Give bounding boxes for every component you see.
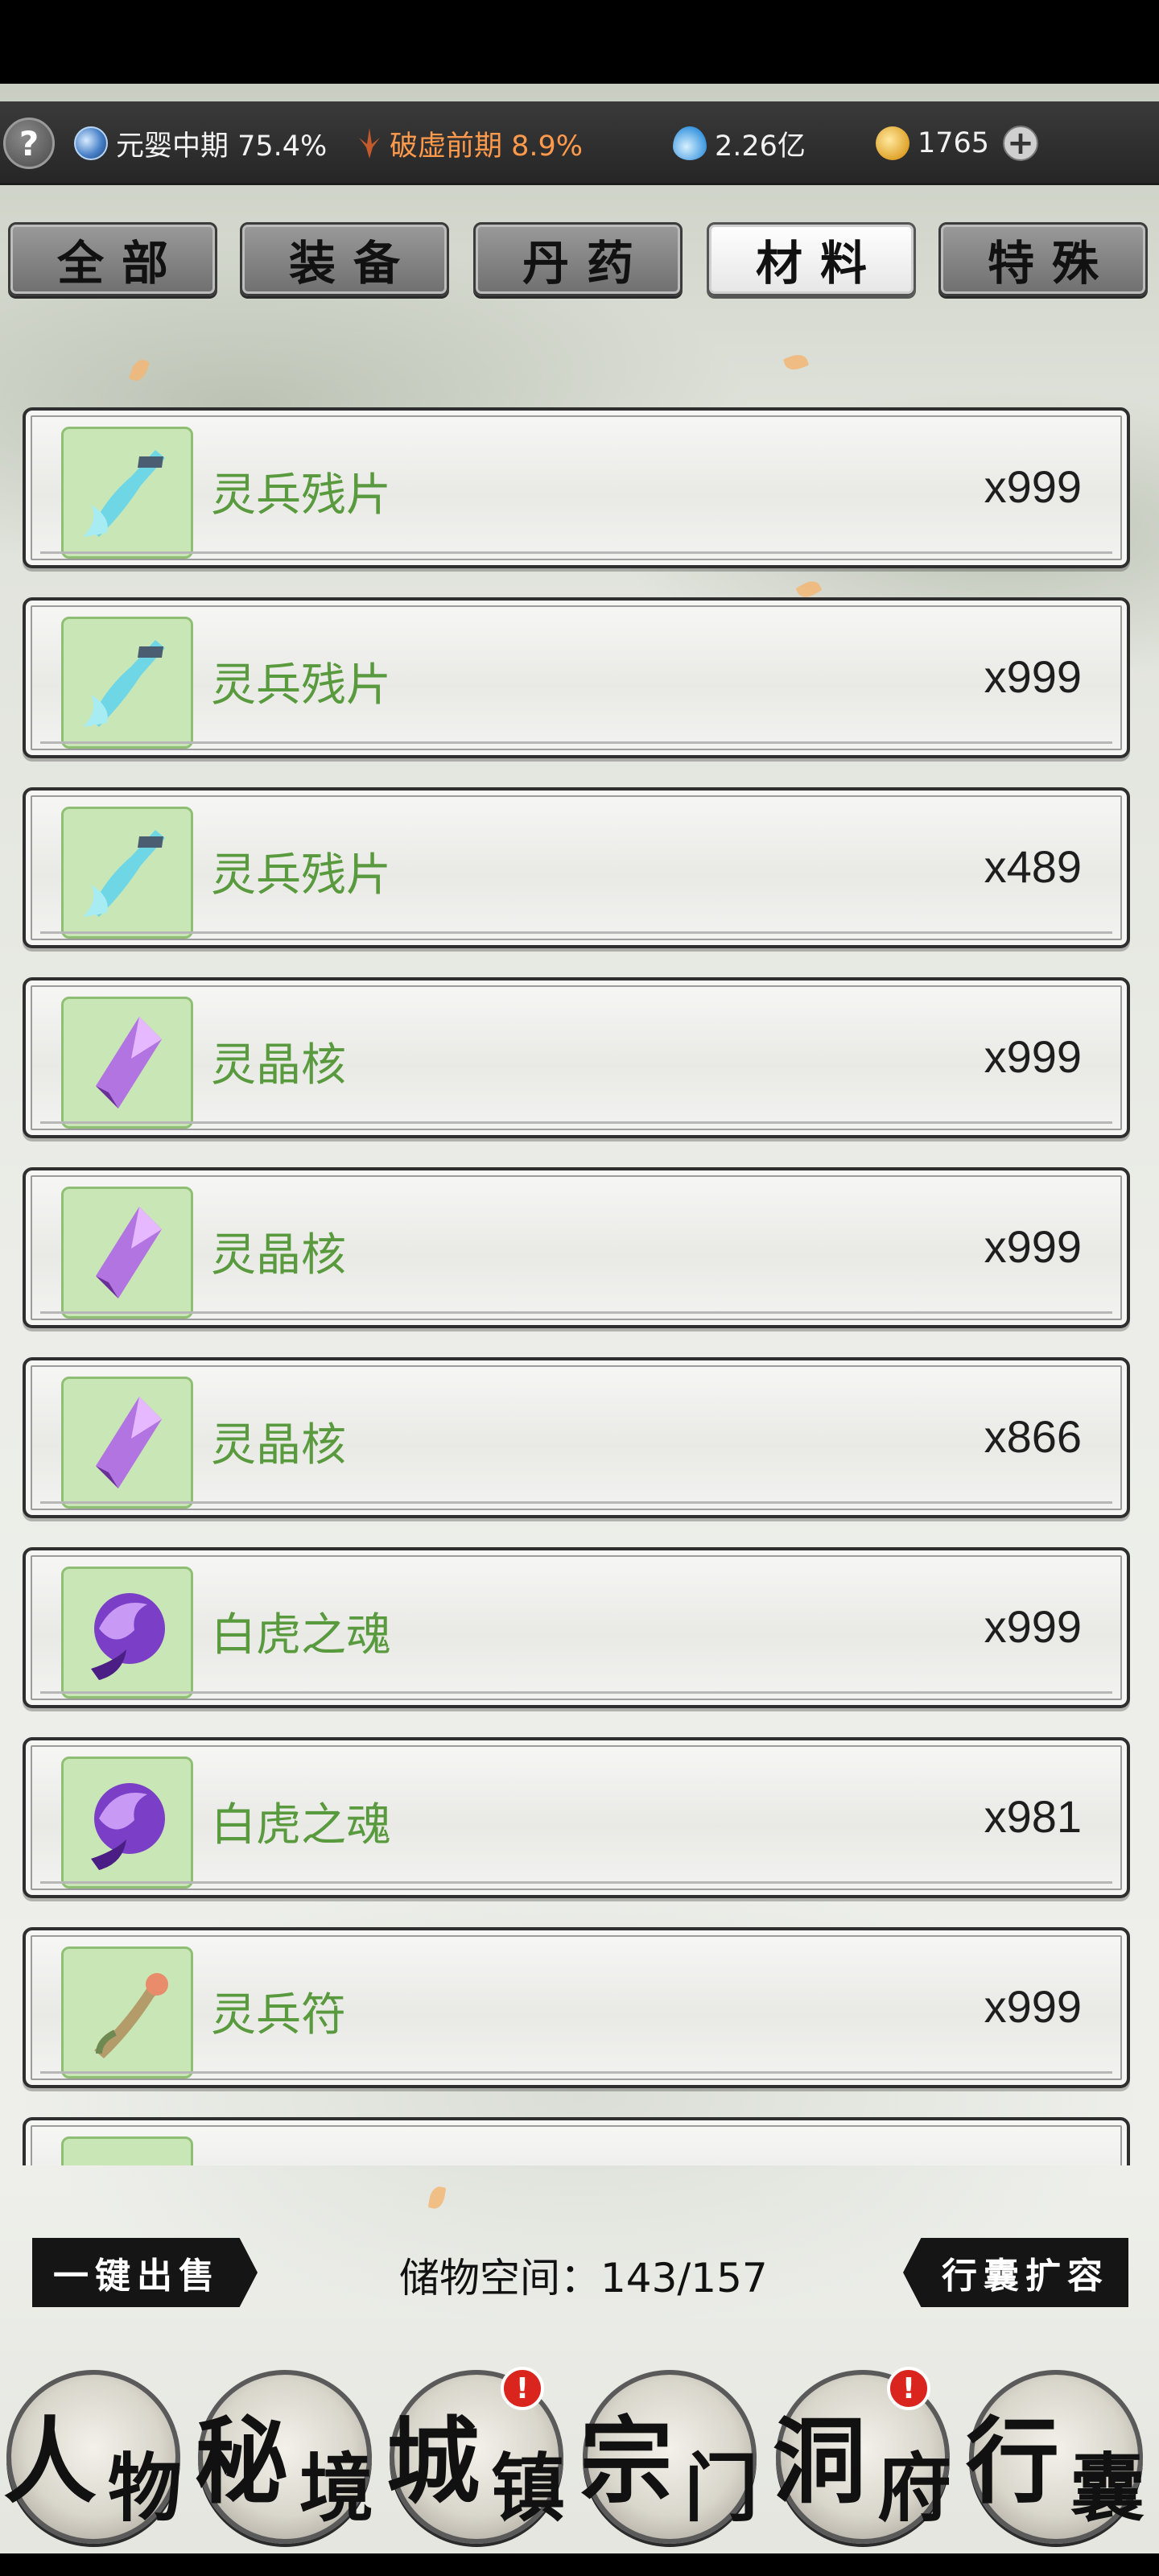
item-quantity: x999 [984,1031,1082,1082]
notification-badge: ! [887,2367,930,2410]
tiger-soul-icon [61,1567,193,1699]
sword-fragment-icon [61,807,193,939]
notification-badge: ! [501,2367,544,2410]
item-name: 灵兵残片 [211,659,391,712]
list-item[interactable]: 灵兵残片 x999 [23,597,1130,758]
item-name: 灵晶核 [211,1419,346,1472]
nav-sub-char: 物 [107,2445,182,2532]
nav-sub-char: 镇 [490,2445,565,2532]
item-quantity: x999 [984,1981,1082,2032]
list-item[interactable]: 白虎之魂 x999 [23,1547,1130,1708]
nav-main-char: 洞 [773,2407,866,2516]
list-item[interactable]: 灵兵残片 x999 [23,407,1130,568]
list-item[interactable]: 灵晶核 x866 [23,1357,1130,1518]
tiger-soul-icon [61,1757,193,1889]
item-quantity: x866 [984,1411,1082,1462]
item-name: 灵兵残片 [211,469,391,522]
item-name: 灵兵符 [211,1989,346,2041]
sword-fragment-icon [61,617,193,749]
storage-capacity: 储物空间：143/157 [399,2255,768,2301]
nav-sub-char: 门 [683,2445,758,2532]
nav-town[interactable]: 城 镇 ! [386,2367,565,2544]
nav-bag[interactable]: 行 囊 [966,2370,1145,2544]
item-name: 灵晶核 [211,1229,346,1282]
crystal-core-icon [61,1187,193,1319]
crystal-core-icon [61,997,193,1129]
item-quantity: x981 [984,1791,1082,1842]
nav-main-char: 人 [3,2407,97,2516]
item-name: 灵兵残片 [211,849,391,902]
item-quantity: x999 [984,651,1082,702]
item-quantity: x999 [984,1221,1082,1272]
nav-secret-realm[interactable]: 秘 境 [195,2370,373,2544]
nav-sub-char: 境 [299,2445,373,2532]
bottom-bar [0,2553,1159,2576]
list-item[interactable]: 白虎之魂 x981 [23,1737,1130,1898]
item-name: 白虎之魂 [211,1799,391,1852]
nav-main-char: 行 [966,2407,1059,2516]
nav-main-char: 城 [386,2407,480,2516]
nav-main-char: 宗 [580,2407,673,2516]
list-item[interactable]: 灵晶核 x999 [23,977,1130,1138]
nav-sub-char: 府 [876,2445,951,2532]
item-list: 灵兵残片 x999 灵兵残片 x999 灵兵残片 x489 灵晶核 x999 灵… [0,0,1159,2165]
item-quantity: x999 [984,1601,1082,1652]
list-item-partial[interactable] [23,2117,1130,2165]
sword-fragment-icon [61,427,193,559]
expand-bag-button[interactable]: 行囊扩容 [903,2238,1128,2307]
nav-sect[interactable]: 宗 门 [580,2370,758,2544]
nav-main-char: 秘 [195,2407,288,2516]
item-name: 灵晶核 [211,1039,346,1092]
item-name: 白虎之魂 [211,1609,391,1662]
item-quantity: x999 [984,461,1082,512]
item-quantity: x489 [984,841,1082,892]
list-item[interactable]: 灵兵残片 x489 [23,787,1130,948]
sell-all-button[interactable]: 一键出售 [32,2238,258,2307]
list-item[interactable]: 灵兵符 x999 [23,1927,1130,2088]
nav-cave-dwelling[interactable]: 洞 府 ! [773,2367,951,2544]
talisman-icon [61,1946,193,2079]
nav-character[interactable]: 人 物 [3,2370,182,2544]
crystal-core-icon [61,1377,193,1509]
item-icon [61,2136,193,2165]
nav-sub-char: 囊 [1070,2445,1145,2532]
list-item[interactable]: 灵晶核 x999 [23,1167,1130,1328]
